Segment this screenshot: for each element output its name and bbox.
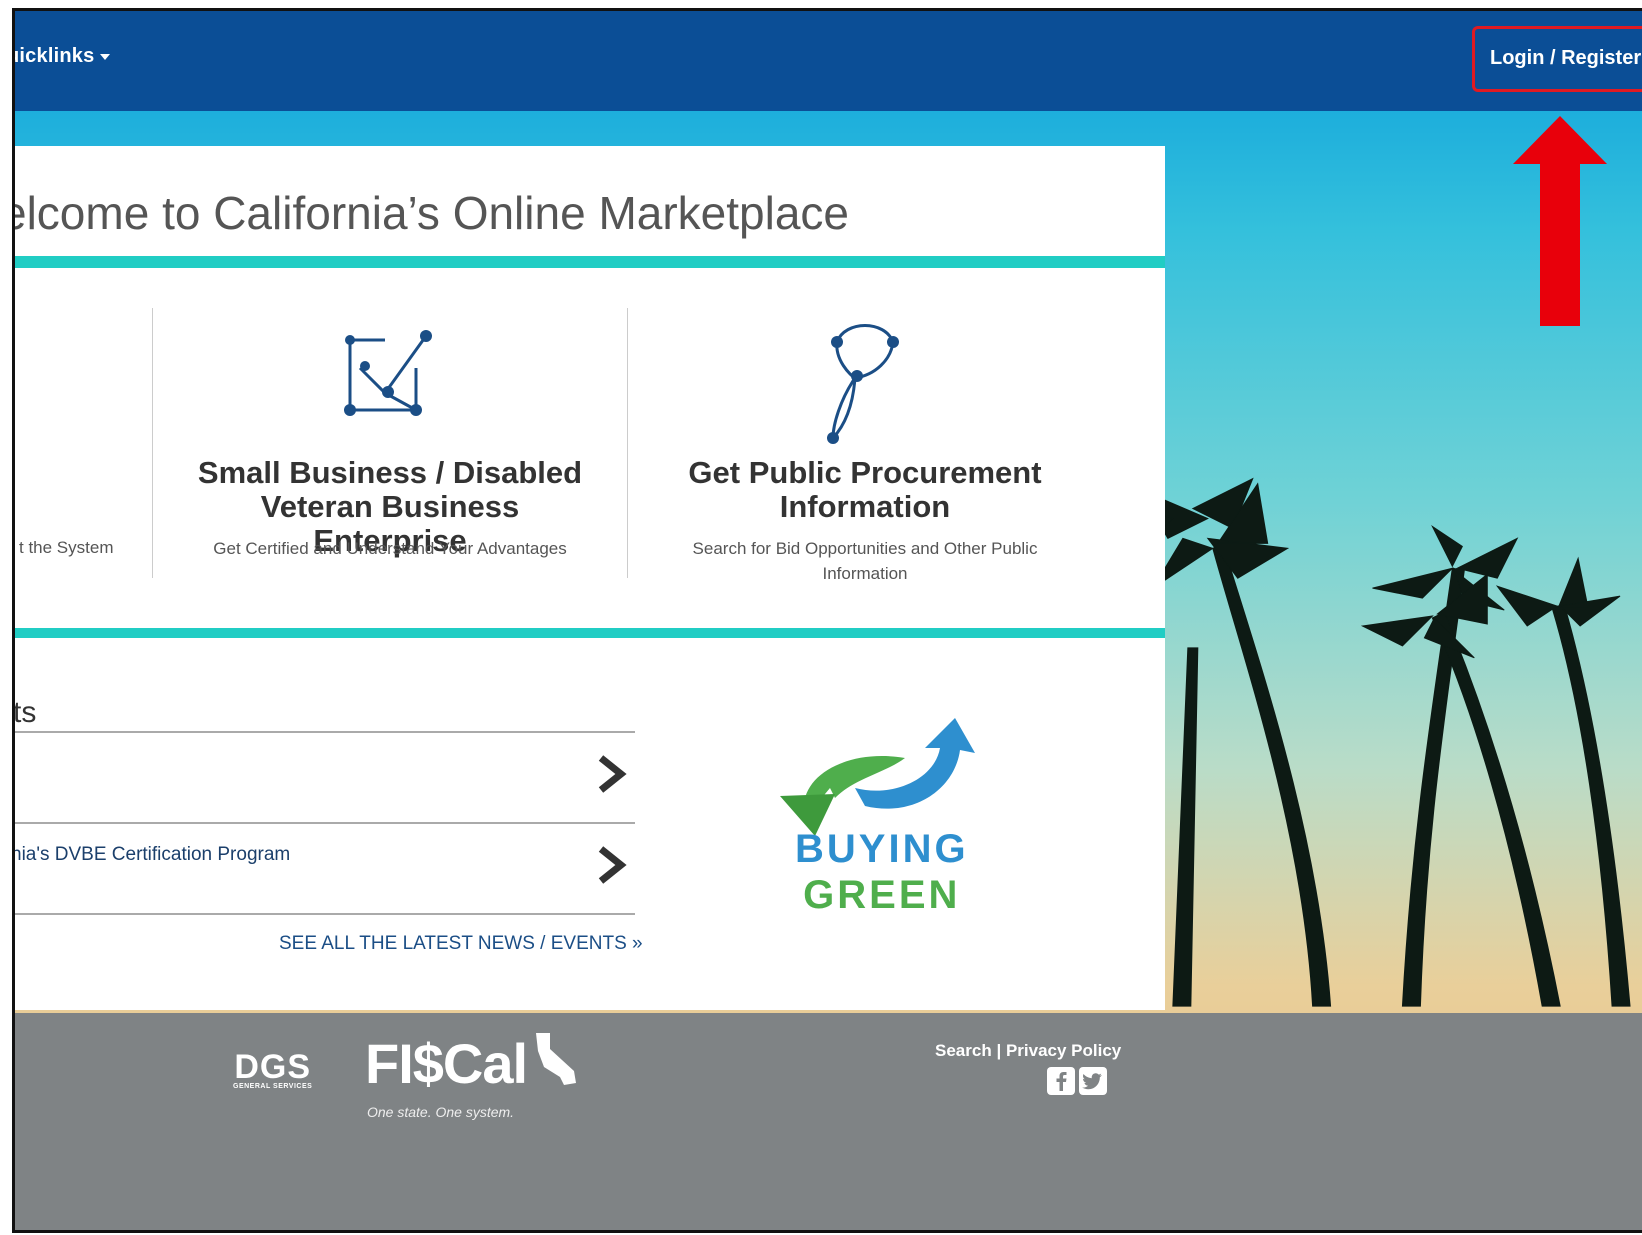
card-public-procurement[interactable]: Get Public Procurement Information Searc… bbox=[655, 268, 1075, 628]
card-title: Get Public Procurement Information bbox=[655, 456, 1075, 524]
card-description: Get Certified and Understand Your Advant… bbox=[185, 536, 595, 561]
card-desc-line1: Get Certified and Understand Your Advant… bbox=[213, 539, 567, 558]
card-divider bbox=[627, 308, 628, 578]
buying-green-line2: GREEN bbox=[803, 873, 961, 917]
facebook-icon[interactable] bbox=[1047, 1067, 1075, 1095]
card-fragment-title[interactable]: e bbox=[15, 464, 16, 498]
news-divider bbox=[15, 913, 635, 915]
card-title-line1: Get Public Procurement bbox=[688, 455, 1042, 490]
network-square-icon bbox=[344, 330, 432, 416]
card-fragment-description: t the System bbox=[19, 538, 114, 557]
card-desc-line1: Search for Bid Opportunities and Other P… bbox=[692, 539, 1038, 558]
chevron-right-icon[interactable] bbox=[595, 845, 629, 885]
buying-green-arrows-icon bbox=[780, 718, 975, 836]
top-navigation-bar: uicklinks bbox=[15, 11, 1642, 111]
login-register-link[interactable]: Login / Register bbox=[1490, 47, 1641, 70]
buying-green-logo[interactable]: BUYING GREEN bbox=[795, 826, 969, 918]
quicklinks-label: uicklinks bbox=[12, 45, 95, 67]
california-state-icon bbox=[535, 1033, 576, 1085]
news-heading: ts bbox=[13, 696, 37, 729]
feature-cards-panel: e t the System Small Business / Disabled… bbox=[15, 268, 1165, 628]
see-all-news-link[interactable]: SEE ALL THE LATEST NEWS / EVENTS » bbox=[279, 933, 643, 955]
footer-privacy-link[interactable]: Privacy Policy bbox=[1006, 1041, 1121, 1060]
footer-link-separator: | bbox=[996, 1041, 1002, 1060]
news-divider bbox=[15, 731, 635, 733]
footer-search-link[interactable]: Search bbox=[935, 1041, 992, 1060]
footer bbox=[15, 1013, 1642, 1230]
fiscal-logo-text: FI$Cal bbox=[365, 1032, 528, 1095]
buying-green-line1: BUYING bbox=[795, 827, 969, 871]
news-item-2-text[interactable]: nia's DVBE Certification Program bbox=[15, 844, 290, 866]
dgs-logo[interactable]: DGS GENERAL SERVICES bbox=[233, 1048, 313, 1090]
footer-links: Search | Privacy Policy bbox=[935, 1041, 1121, 1061]
annotation-arrow-icon bbox=[1513, 116, 1607, 326]
news-events-panel: ts nia's DVBE Certification Program SEE … bbox=[15, 638, 1165, 1010]
chevron-right-icon[interactable] bbox=[595, 754, 629, 794]
welcome-banner: elcome to California’s Online Marketplac… bbox=[15, 146, 1165, 256]
fiscal-tagline: One state. One system. bbox=[367, 1104, 515, 1120]
dgs-logo-sub: GENERAL SERVICES bbox=[233, 1083, 313, 1090]
fiscal-logo[interactable]: FI$Cal bbox=[365, 1031, 584, 1096]
news-divider bbox=[15, 822, 635, 824]
card-small-business[interactable]: Small Business / Disabled Veteran Busine… bbox=[185, 268, 595, 628]
page-frame: uicklinks Login / Register elcome to Cal… bbox=[12, 8, 1642, 1233]
card-desc-line2: Information bbox=[822, 564, 908, 583]
page-title: elcome to California’s Online Marketplac… bbox=[12, 187, 849, 239]
card-title-line2: Information bbox=[779, 489, 951, 524]
dgs-logo-main: DGS bbox=[234, 1048, 311, 1086]
card-divider bbox=[152, 308, 153, 578]
card-title-line1: Small Business / Disabled bbox=[197, 455, 583, 490]
procurement-nodes-icon bbox=[827, 324, 899, 444]
caret-down-icon bbox=[100, 53, 111, 60]
quicklinks-menu[interactable]: uicklinks bbox=[12, 45, 111, 68]
teal-divider bbox=[15, 628, 1165, 638]
teal-divider bbox=[15, 256, 1165, 268]
twitter-icon[interactable] bbox=[1079, 1067, 1107, 1095]
card-description: Search for Bid Opportunities and Other P… bbox=[655, 536, 1075, 586]
